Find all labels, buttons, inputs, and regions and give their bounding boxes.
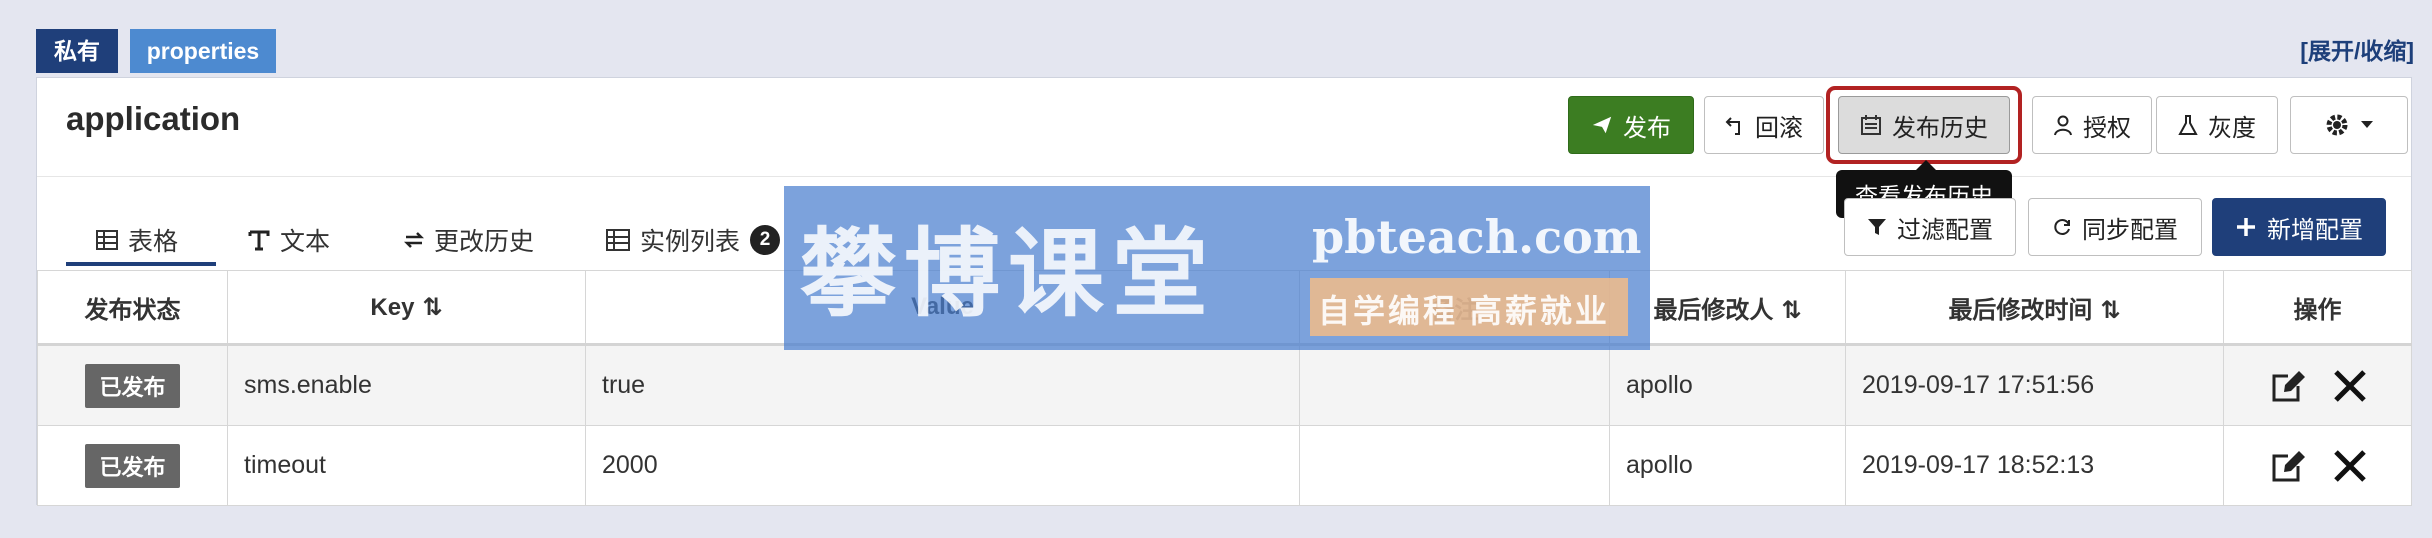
sync-label: 同步配置 xyxy=(2082,216,2178,244)
modifier-cell: apollo xyxy=(1609,425,1846,506)
private-tag: 私有 xyxy=(36,29,118,73)
rollback-label: 回滚 xyxy=(1755,114,1803,142)
add-label: 新增配置 xyxy=(2267,216,2363,244)
sync-config-button[interactable]: 同步配置 xyxy=(2028,198,2202,256)
comment-cell xyxy=(1299,425,1610,506)
format-tag: properties xyxy=(130,29,276,73)
status-cell: 已发布 xyxy=(37,344,228,426)
status-badge: 已发布 xyxy=(85,363,180,408)
authorize-label: 授权 xyxy=(2083,114,2131,142)
filter-config-button[interactable]: 过滤配置 xyxy=(1844,198,2016,256)
filter-icon xyxy=(1868,219,1886,235)
watermark-url: pbteach.com xyxy=(1312,210,1642,264)
value-cell: true xyxy=(585,344,1300,426)
header-divider xyxy=(37,176,2411,177)
col-modified-time[interactable]: 最后修改时间 ⇅ xyxy=(1845,270,2224,345)
tab-instances[interactable]: 实例列表 2 xyxy=(606,220,781,260)
sort-icon[interactable]: ⇅ xyxy=(422,294,442,321)
edit-icon[interactable] xyxy=(2268,446,2308,486)
sort-icon[interactable]: ⇅ xyxy=(1781,297,1801,324)
edit-icon[interactable] xyxy=(2268,366,2308,406)
settings-dropdown-button[interactable] xyxy=(2290,96,2408,154)
add-config-button[interactable]: 新增配置 xyxy=(2212,198,2386,256)
col-actions: 操作 xyxy=(2223,270,2412,345)
caret-down-icon xyxy=(2361,121,2373,128)
text-icon xyxy=(248,230,270,251)
table-row: 已发布 sms.enable true apollo 2019-09-17 17… xyxy=(37,344,2412,426)
modifier-cell: apollo xyxy=(1609,344,1846,426)
tab-table-label: 表格 xyxy=(128,228,179,256)
gray-release-button[interactable]: 灰度 xyxy=(2156,96,2278,154)
namespace-title: application xyxy=(66,100,241,137)
publish-button[interactable]: 发布 xyxy=(1568,96,1694,154)
sort-icon[interactable]: ⇅ xyxy=(2100,297,2120,324)
plus-icon xyxy=(2237,218,2255,236)
undo-icon xyxy=(1725,117,1740,135)
tab-instances-label: 实例列表 xyxy=(640,228,741,256)
table-row: 已发布 timeout 2000 apollo 2019-09-17 18:52… xyxy=(37,425,2412,506)
tab-change-history-label: 更改历史 xyxy=(434,228,535,256)
expand-collapse-link[interactable]: [展开/收缩] xyxy=(2300,32,2414,66)
table-icon xyxy=(96,230,118,250)
delete-icon[interactable] xyxy=(2332,448,2368,484)
instance-count-badge: 2 xyxy=(750,225,781,255)
user-icon xyxy=(2054,115,2072,136)
key-cell: sms.enable xyxy=(227,344,586,426)
tab-text-label: 文本 xyxy=(280,228,331,256)
watermark-slogan: 自学编程 高薪就业 xyxy=(1318,293,1610,329)
publish-label: 发布 xyxy=(1623,114,1671,142)
watermark-brand: 攀博课堂 xyxy=(800,218,1216,330)
list-icon xyxy=(606,229,630,251)
actions-cell xyxy=(2223,344,2412,426)
value-cell: 2000 xyxy=(585,425,1300,506)
col-modified-time-label: 最后修改时间 xyxy=(1948,296,2093,324)
gray-label: 灰度 xyxy=(2208,114,2256,142)
gear-icon xyxy=(2326,114,2348,136)
active-tab-indicator xyxy=(66,262,216,266)
tab-change-history[interactable]: 更改历史 xyxy=(404,220,534,260)
time-cell: 2019-09-17 18:52:13 xyxy=(1845,425,2224,506)
delete-icon[interactable] xyxy=(2332,368,2368,404)
swap-icon xyxy=(404,232,424,248)
col-key-label: Key xyxy=(370,293,415,321)
col-status: 发布状态 xyxy=(37,270,228,345)
authorize-button[interactable]: 授权 xyxy=(2032,96,2152,154)
key-cell: timeout xyxy=(227,425,586,506)
status-badge: 已发布 xyxy=(85,443,180,488)
col-modifier-label: 最后修改人 xyxy=(1653,296,1774,324)
flask-icon xyxy=(2178,115,2198,135)
time-cell: 2019-09-17 17:51:56 xyxy=(1845,344,2224,426)
rollback-button[interactable]: 回滚 xyxy=(1704,96,1824,154)
actions-cell xyxy=(2223,425,2412,506)
comment-cell xyxy=(1299,344,1610,426)
tab-table[interactable]: 表格 xyxy=(96,220,178,260)
tab-text[interactable]: 文本 xyxy=(248,220,330,260)
highlight-box xyxy=(1826,86,2022,164)
refresh-icon xyxy=(2054,219,2070,235)
status-cell: 已发布 xyxy=(37,425,228,506)
col-key[interactable]: Key ⇅ xyxy=(227,270,586,345)
send-icon xyxy=(1592,116,1612,134)
filter-label: 过滤配置 xyxy=(1897,216,1993,244)
